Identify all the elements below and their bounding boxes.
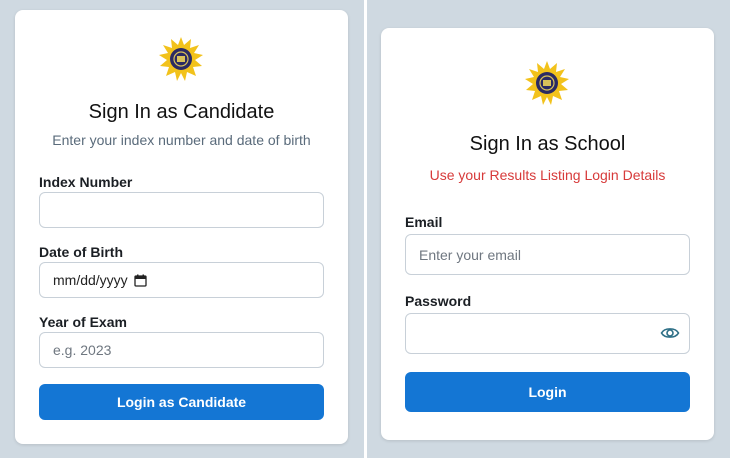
year-of-exam-label: Year of Exam xyxy=(39,314,127,330)
email-input[interactable] xyxy=(405,234,690,275)
logo-emblem-icon xyxy=(159,37,203,81)
password-input[interactable] xyxy=(405,313,690,354)
school-subtitle: Use your Results Listing Login Details xyxy=(429,167,666,183)
school-panel: Sign In as School Use your Results Listi… xyxy=(367,0,730,458)
school-signin-card: Sign In as School Use your Results Listi… xyxy=(381,28,714,440)
password-field-wrapper xyxy=(405,313,690,354)
calendar-icon[interactable] xyxy=(134,274,147,287)
candidate-title: Sign In as Candidate xyxy=(88,101,275,123)
login-as-candidate-button[interactable]: Login as Candidate xyxy=(39,384,324,420)
date-of-birth-value: mm/dd/yyyy xyxy=(53,272,128,288)
password-label: Password xyxy=(405,293,472,309)
date-of-birth-label: Date of Birth xyxy=(39,244,123,260)
login-button[interactable]: Login xyxy=(405,372,690,412)
candidate-panel: Sign In as Candidate Enter your index nu… xyxy=(0,0,364,458)
email-label: Email xyxy=(405,214,443,230)
year-of-exam-input[interactable] xyxy=(39,332,324,368)
index-number-input[interactable] xyxy=(39,192,324,228)
eye-icon[interactable] xyxy=(660,323,680,343)
school-title: Sign In as School xyxy=(469,133,626,155)
candidate-signin-card: Sign In as Candidate Enter your index nu… xyxy=(15,10,348,444)
index-number-label: Index Number xyxy=(39,174,133,190)
logo-emblem-icon xyxy=(525,61,569,105)
candidate-subtitle: Enter your index number and date of birt… xyxy=(52,132,311,148)
date-of-birth-input[interactable]: mm/dd/yyyy xyxy=(39,262,324,298)
